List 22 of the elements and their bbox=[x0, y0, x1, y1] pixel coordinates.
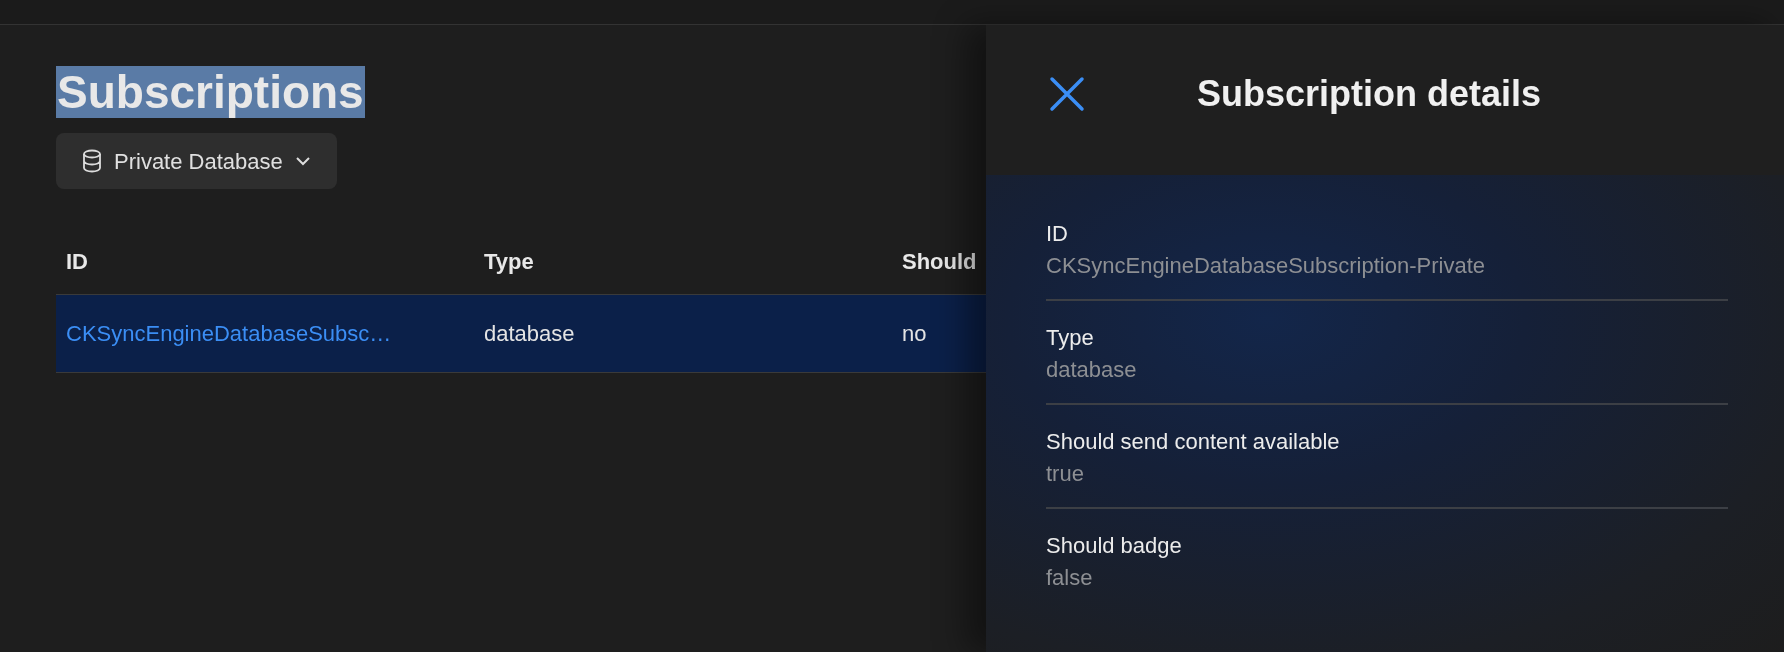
database-dropdown[interactable]: Private Database bbox=[56, 133, 337, 189]
field-label: Should send content available bbox=[1046, 428, 1341, 456]
field-label: Type bbox=[1046, 324, 1095, 352]
field-value: database bbox=[1046, 356, 1138, 384]
field-label: Should badge bbox=[1046, 532, 1183, 560]
column-header: Type bbox=[483, 248, 535, 276]
close-button[interactable] bbox=[1049, 76, 1085, 112]
column-header: ID bbox=[65, 248, 89, 276]
chevron-down-icon bbox=[294, 156, 311, 166]
id-link[interactable]: CKSyncEngineDatabaseSubsc… bbox=[56, 317, 474, 350]
close-icon bbox=[1049, 76, 1085, 112]
column-header: Should bbox=[901, 248, 978, 276]
panel-title: Subscription details bbox=[1197, 72, 1542, 116]
table-row[interactable]: CKSyncEngineDatabaseSubsc… database no bbox=[56, 295, 986, 373]
field-label: ID bbox=[1046, 220, 1069, 248]
page-title: Subscriptions bbox=[56, 66, 365, 118]
table-cell-text: no bbox=[901, 320, 928, 348]
field-value: CKSyncEngineDatabaseSubscription-Private bbox=[1046, 252, 1486, 280]
field-value: true bbox=[1046, 460, 1085, 488]
table-cell-text: database bbox=[483, 320, 576, 348]
field-value: false bbox=[1046, 564, 1094, 592]
database-icon bbox=[82, 149, 102, 173]
